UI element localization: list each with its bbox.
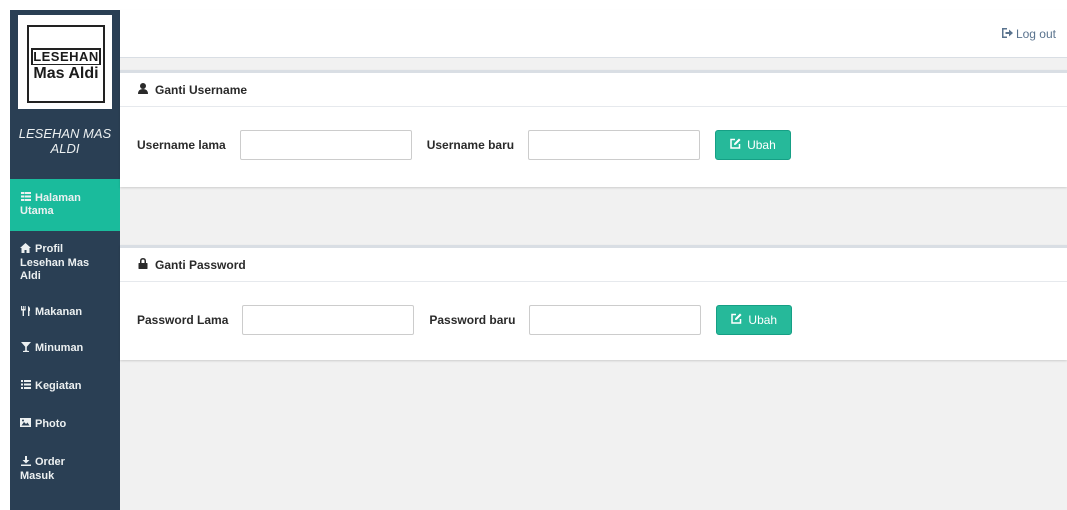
- table-icon: [20, 192, 31, 205]
- site-title-line2: ALDI: [50, 141, 80, 156]
- sidebar-item-kegiatan[interactable]: Kegiatan: [10, 367, 120, 405]
- download-icon: [20, 455, 31, 470]
- picture-icon: [20, 417, 31, 431]
- password-panel: Ganti Password Password Lama Password ba…: [120, 245, 1067, 360]
- sidebar-item-photo[interactable]: Photo: [10, 405, 120, 443]
- edit-icon: [730, 138, 741, 152]
- username-panel: Ganti Username Username lama Username ba…: [120, 70, 1067, 187]
- old-password-label: Password Lama: [137, 312, 229, 327]
- sidebar-item-label: Order: [35, 455, 65, 468]
- sidebar-item-minuman[interactable]: Minuman: [10, 331, 120, 367]
- logo-frame: LESEHAN Mas Aldi: [27, 25, 105, 103]
- sidebar-item-label: Makanan: [35, 306, 83, 318]
- logo-bottom-text: Mas Aldi: [29, 65, 103, 83]
- old-username-label: Username lama: [137, 137, 226, 152]
- logout-label: Log out: [1015, 27, 1056, 41]
- sidebar-item-label-line2: Utama: [20, 205, 54, 217]
- user-icon: [138, 82, 148, 97]
- sidebar-item-label: Kegiatan: [35, 379, 82, 392]
- old-username-input[interactable]: [239, 129, 412, 160]
- sidebar-item-label: Photo: [35, 417, 67, 430]
- password-panel-header: Ganti Password: [120, 248, 1067, 282]
- top-navbar: Log out: [120, 10, 1067, 58]
- lock-icon: [138, 257, 148, 272]
- sidebar-item-label: Profil: [35, 243, 64, 255]
- sidebar-item-order-masuk[interactable]: Order Masuk: [10, 443, 120, 495]
- list-icon: [20, 379, 31, 393]
- username-panel-header: Ganti Username: [120, 73, 1067, 107]
- sidebar-item-label: Minuman: [35, 342, 84, 354]
- new-username-input[interactable]: [528, 129, 701, 160]
- username-form: Username lama Username baru Ubah: [120, 107, 1067, 182]
- main-content: Ganti Username Username lama Username ba…: [120, 58, 1067, 510]
- glass-icon: [20, 342, 31, 356]
- site-title[interactable]: LESEHAN MAS ALDI: [10, 112, 120, 179]
- change-username-button[interactable]: Ubah: [715, 129, 791, 160]
- old-password-input[interactable]: [242, 304, 415, 335]
- change-username-label: Ubah: [747, 137, 776, 152]
- sidebar-item-label-line3: Aldi: [20, 270, 41, 282]
- logo-top-text: LESEHAN: [31, 48, 101, 66]
- password-form: Password Lama Password baru Ubah: [120, 282, 1067, 357]
- change-password-label: Ubah: [748, 312, 778, 327]
- logo[interactable]: LESEHAN Mas Aldi: [17, 14, 113, 110]
- sidebar: LESEHAN Mas Aldi LESEHAN MAS ALDI Halama…: [10, 10, 120, 510]
- edit-icon: [731, 313, 742, 327]
- username-panel-title: Ganti Username: [155, 82, 248, 97]
- logout-link[interactable]: Log out: [1001, 27, 1056, 41]
- new-username-label: Username baru: [426, 137, 515, 152]
- home-icon: [20, 243, 31, 257]
- sidebar-item-profil[interactable]: Profil Lesehan Mas Aldi: [10, 231, 120, 295]
- new-password-label: Password baru: [429, 312, 516, 327]
- sidebar-item-halaman-utama[interactable]: Halaman Utama: [10, 179, 120, 231]
- site-title-line1: LESEHAN MAS: [18, 126, 112, 141]
- sidebar-item-label-line2: Lesehan Mas: [20, 257, 90, 269]
- sidebar-item-makanan[interactable]: Makanan: [10, 295, 120, 331]
- cutlery-icon: [20, 306, 31, 320]
- password-panel-title: Ganti Password: [155, 257, 246, 272]
- sidebar-item-label: Halaman: [35, 192, 81, 204]
- logo-area: LESEHAN Mas Aldi: [10, 10, 120, 112]
- sidebar-item-label-line2: Masuk: [20, 469, 55, 482]
- change-password-button[interactable]: Ubah: [716, 304, 793, 335]
- new-password-input[interactable]: [529, 304, 702, 335]
- logout-icon: [1001, 27, 1013, 41]
